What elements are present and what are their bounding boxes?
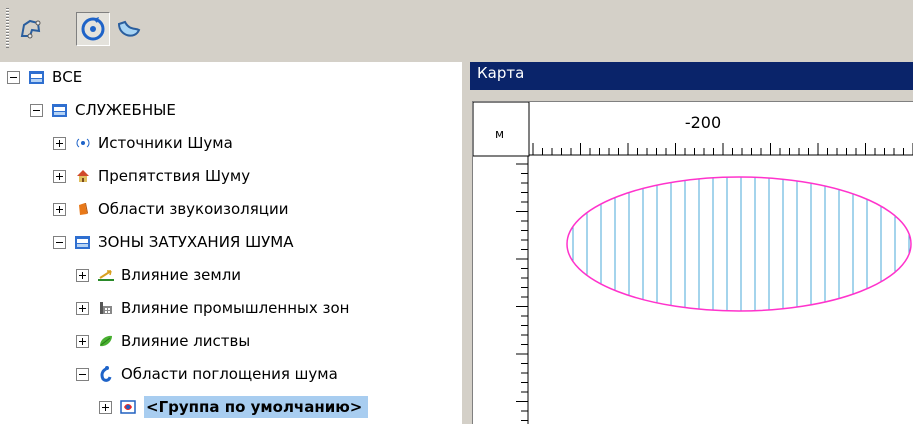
ruler-label: -200 [685, 113, 721, 132]
panel-splitter[interactable] [462, 62, 470, 424]
rotate-refresh-button[interactable] [76, 12, 110, 46]
collapse-icon[interactable] [30, 103, 43, 117]
tree-item-label: ВСЕ [52, 68, 83, 86]
top-ruler-ticks [532, 143, 913, 155]
folder-blue-icon [51, 101, 69, 119]
noise-absorption-area-shape [566, 176, 912, 312]
tree-item-label: Влияние листвы [121, 332, 251, 350]
noise-source-icon [74, 134, 92, 152]
tree-item-attenuation-zones[interactable]: ЗОНЫ ЗАТУХАНИЯ ШУМА [53, 227, 294, 257]
folder-blue-icon [28, 68, 46, 86]
tree-item-label: СЛУЖЕБНЫЕ [75, 101, 176, 119]
polygon-select-icon [20, 19, 41, 39]
factory-icon [97, 299, 115, 317]
tree-item-label: <Группа по умолчанию> [144, 396, 369, 418]
expand-icon[interactable] [76, 334, 89, 348]
default-group-icon [120, 398, 138, 416]
collapse-icon[interactable] [76, 367, 89, 381]
left-ruler-ticks [516, 163, 528, 421]
tree-item-foliage-influence[interactable]: Влияние листвы [76, 326, 250, 356]
tree-item-ground-influence[interactable]: Влияние земли [76, 260, 241, 290]
tree-item-vse[interactable]: ВСЕ [7, 62, 82, 92]
collapse-icon[interactable] [7, 70, 20, 84]
tree-item-noise-sources[interactable]: Источники Шума [53, 128, 233, 158]
tree-item-label: Влияние промышленных зон [121, 299, 350, 317]
ground-icon [97, 266, 115, 284]
polygon-select-button[interactable] [14, 12, 48, 46]
absorption-icon [97, 365, 115, 383]
orange-block-icon [74, 200, 92, 218]
tree-item-sluzhebnye[interactable]: СЛУЖЕБНЫЕ [30, 95, 176, 125]
tree-item-label: Области поглощения шума [121, 365, 338, 383]
expand-icon[interactable] [53, 169, 66, 183]
map-title-bar: Карта [470, 62, 913, 90]
tree-item-absorption-areas[interactable]: Области поглощения шума [76, 359, 338, 389]
collapse-icon[interactable] [53, 235, 66, 249]
leaf-icon [97, 332, 115, 350]
tree-item-label: Препятствия Шуму [98, 167, 251, 185]
curved-shape-icon [117, 20, 141, 37]
expand-icon[interactable] [76, 268, 89, 282]
map-panel: м -200 [470, 90, 913, 424]
map-canvas[interactable]: м -200 [472, 101, 913, 424]
tree-item-label: Источники Шума [98, 134, 233, 152]
curved-shape-button[interactable] [112, 12, 146, 46]
house-icon [74, 167, 92, 185]
map-drawing: м -200 [473, 102, 913, 424]
expand-icon[interactable] [76, 301, 89, 315]
folder-blue-icon [74, 233, 92, 251]
tree-item-label: Влияние земли [121, 266, 242, 284]
expand-icon[interactable] [53, 136, 66, 150]
tree-item-default-group[interactable]: <Группа по умолчанию> [99, 392, 369, 422]
expand-icon[interactable] [99, 400, 112, 414]
tree-item-soundproof-areas[interactable]: Области звукоизоляции [53, 194, 289, 224]
tree-item-label: ЗОНЫ ЗАТУХАНИЯ ШУМА [98, 233, 294, 251]
toolbar-grip[interactable] [6, 8, 9, 48]
layer-tree: ВСЕ СЛУЖЕБНЫЕ Источники Шума Препятствия… [0, 62, 462, 424]
tree-item-noise-obstacles[interactable]: Препятствия Шуму [53, 161, 250, 191]
expand-icon[interactable] [53, 202, 66, 216]
tree-item-industrial-influence[interactable]: Влияние промышленных зон [76, 293, 349, 323]
toolbar [0, 0, 913, 60]
ruler-unit-label: м [495, 127, 504, 141]
tree-item-label: Области звукоизоляции [98, 200, 289, 218]
map-title: Карта [477, 64, 525, 82]
rotate-refresh-icon [81, 17, 105, 41]
